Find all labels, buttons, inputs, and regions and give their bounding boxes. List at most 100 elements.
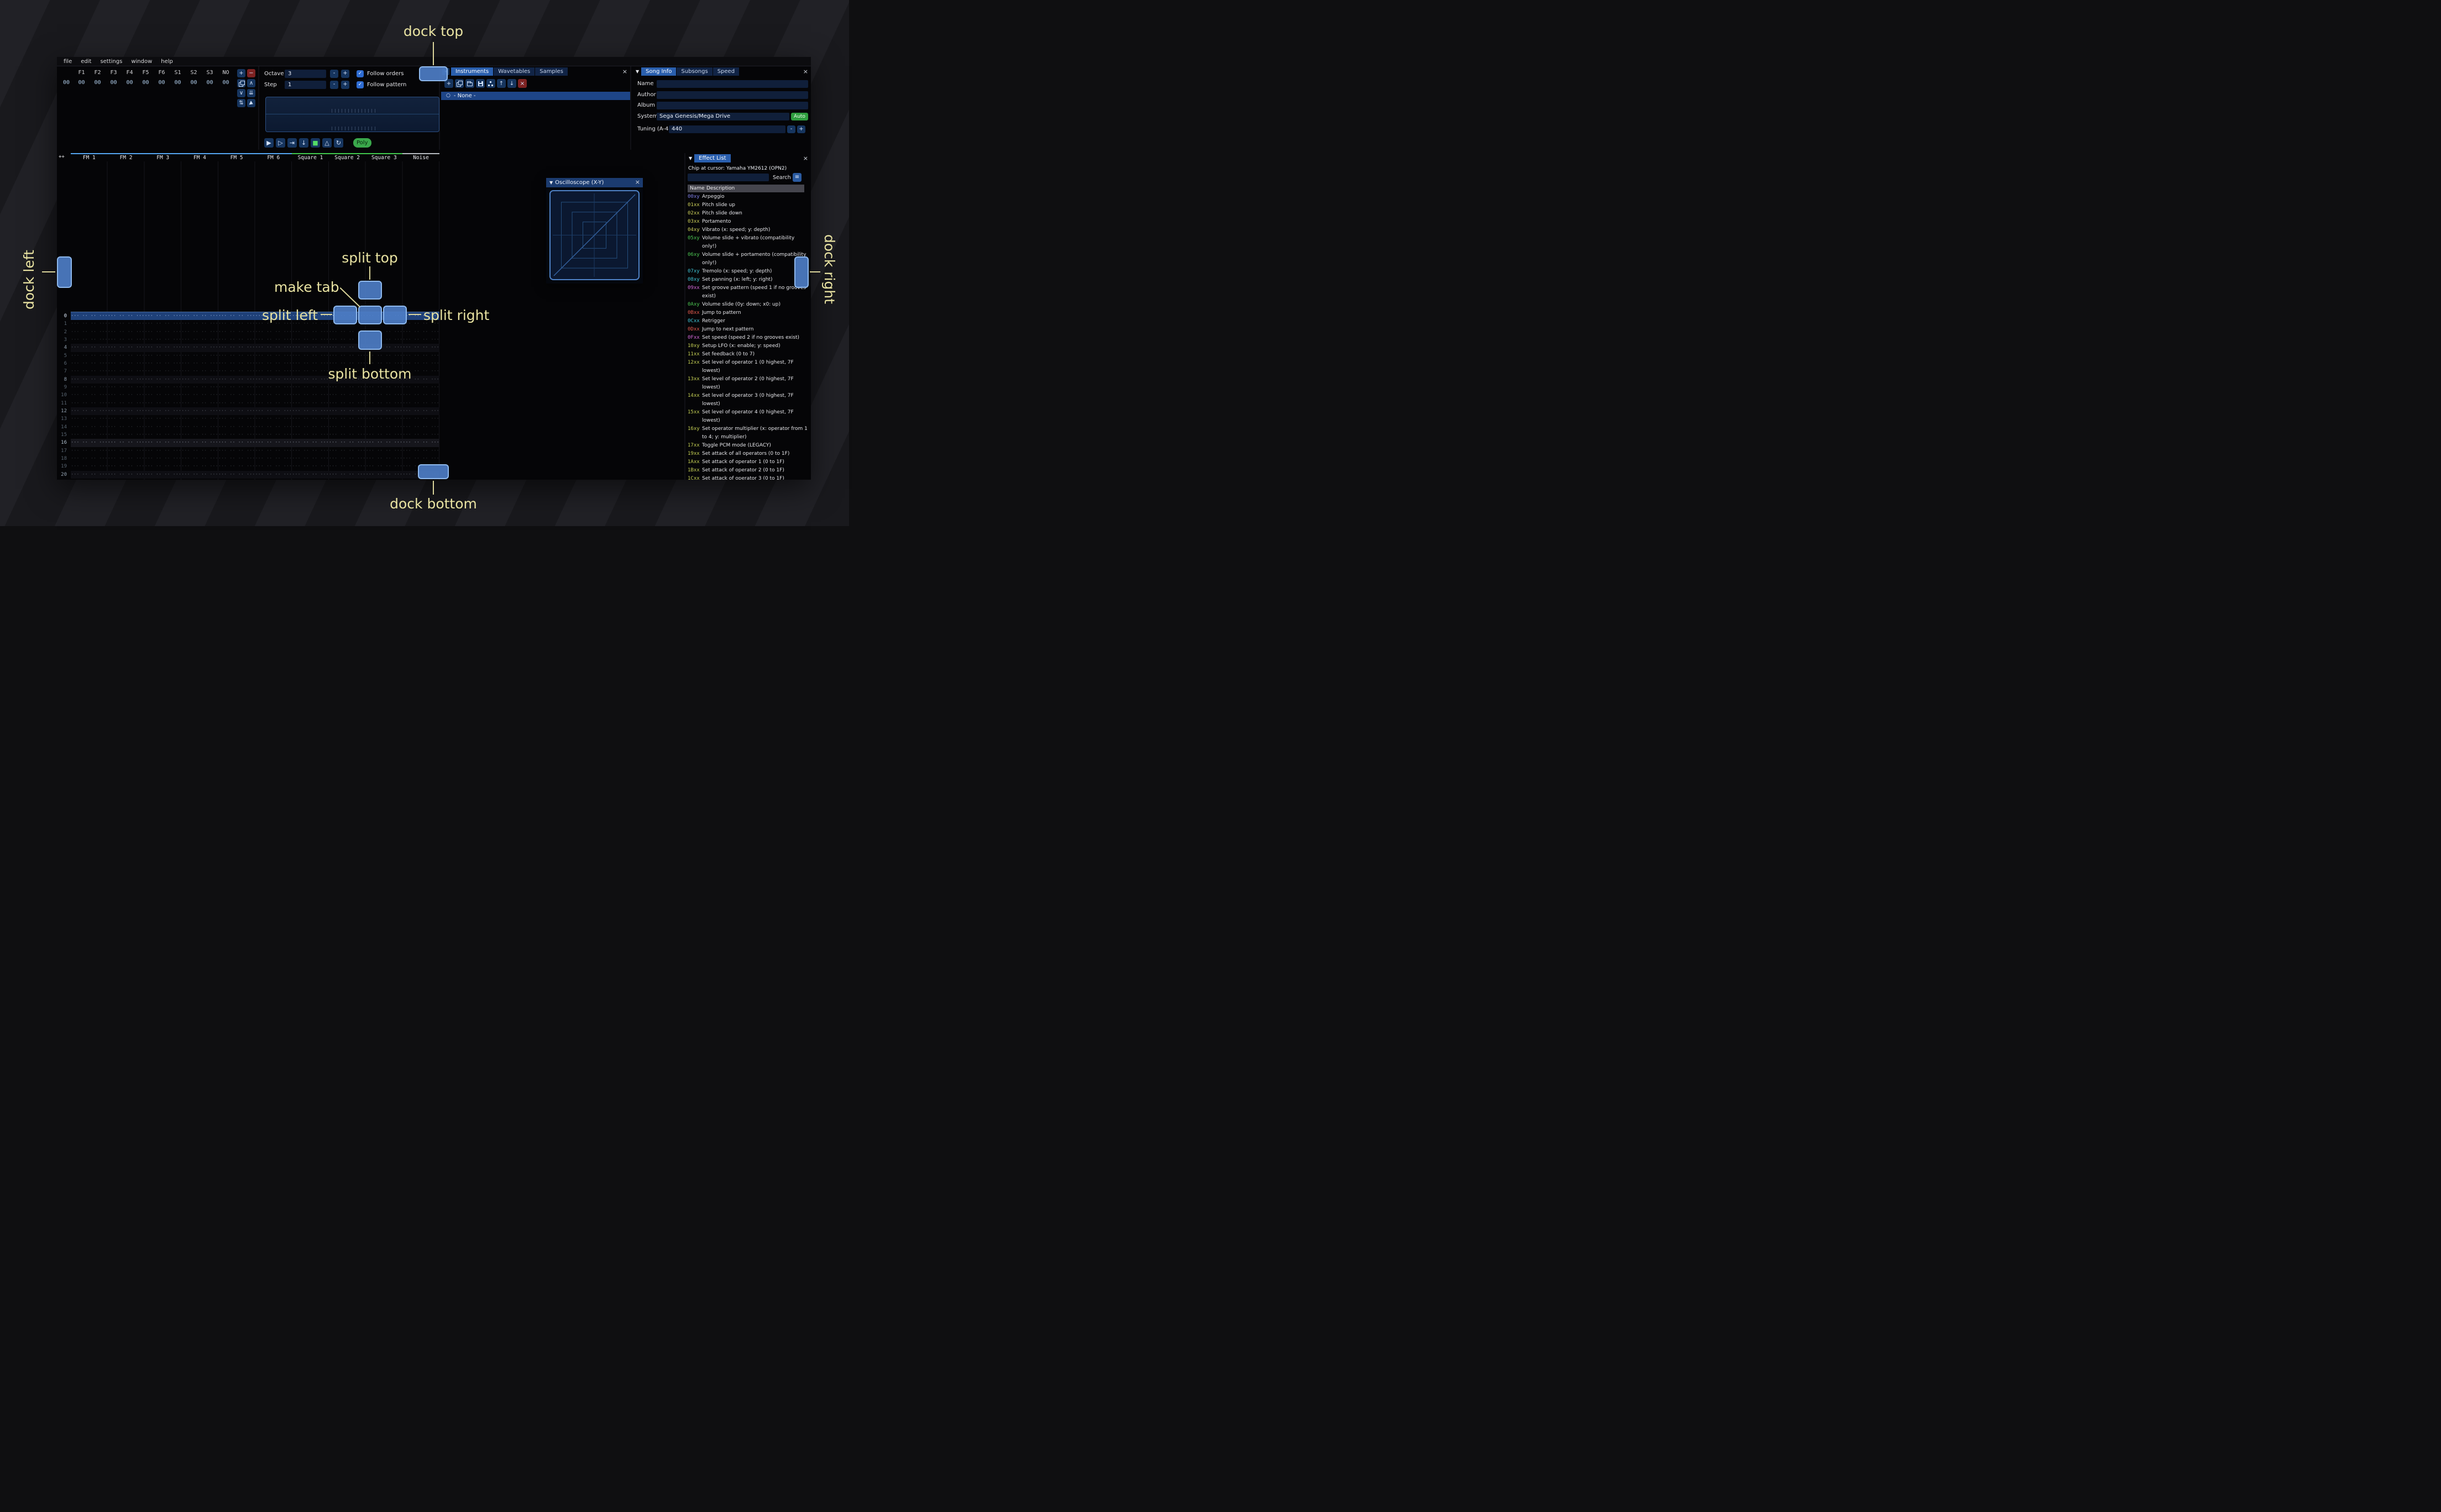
pattern-cell[interactable]: ··· ·· ·· ··· <box>218 376 255 384</box>
order-cell[interactable]: 00 <box>202 80 218 86</box>
song-close-button[interactable]: × <box>803 67 808 76</box>
pattern-cell[interactable]: ··· ·· ·· ··· <box>218 344 255 351</box>
effect-row[interactable]: 03xx Portamento <box>688 218 808 226</box>
effect-row[interactable]: 02xx Pitch slide down <box>688 209 808 218</box>
pattern-cell[interactable]: ··· ·· ·· ··· <box>366 471 403 479</box>
deep-clone-order-button[interactable]: ⇊ <box>247 89 255 97</box>
pattern-cell[interactable]: ··· ·· ·· ··· <box>108 312 145 320</box>
pattern-cell[interactable]: ··· ·· ·· ··· <box>218 368 255 375</box>
order-cell[interactable]: 00 <box>74 80 90 86</box>
pattern-cell[interactable]: ··· ·· ·· ··· <box>181 471 218 479</box>
pattern-row[interactable]: 18 ··· ·· ·· ··· ··· ·· ·· ··· ··· ·· ·· ··… <box>57 455 439 463</box>
tab-samples[interactable]: Samples <box>535 67 568 76</box>
order-cell[interactable]: 00 <box>122 80 138 86</box>
channel-header-square-1[interactable]: Square 1 <box>292 153 329 161</box>
pattern-cell[interactable]: ··· ·· ·· ··· <box>108 391 145 399</box>
pattern-cell[interactable]: ··· ·· ·· ··· <box>402 431 439 439</box>
pattern-cell[interactable]: ··· ·· ·· ··· <box>181 320 218 328</box>
play-button[interactable]: ▶ <box>264 138 274 148</box>
pattern-cell[interactable]: ··· ·· ·· ··· <box>402 400 439 407</box>
channel-header-square-3[interactable]: Square 3 <box>365 153 403 161</box>
pattern-cell[interactable]: ··· ·· ·· ··· <box>218 391 255 399</box>
effects-menu-button[interactable]: ≡ <box>793 173 802 182</box>
pattern-cell[interactable]: ··· ·· ·· ··· <box>144 439 181 447</box>
pattern-cell[interactable]: ··· ·· ·· ··· <box>218 360 255 368</box>
octave-decrease-button[interactable]: - <box>330 70 338 78</box>
step-increase-button[interactable]: + <box>341 81 349 89</box>
split-bottom-target[interactable] <box>358 330 382 350</box>
pattern-cell[interactable]: ··· ·· ·· ··· <box>329 423 366 431</box>
pattern-cell[interactable]: ··· ·· ·· ··· <box>218 336 255 344</box>
pattern-cell[interactable]: ··· ·· ·· ··· <box>181 463 218 470</box>
pattern-cell[interactable]: ··· ·· ·· ··· <box>218 384 255 391</box>
pattern-cell[interactable]: ··· ·· ·· ··· <box>402 447 439 455</box>
menu-item-file[interactable]: file <box>59 57 76 66</box>
pattern-row[interactable]: 3 ··· ·· ·· ··· ··· ·· ·· ··· ··· ·· ·· ···… <box>57 336 439 344</box>
pattern-cell[interactable]: ··· ·· ·· ··· <box>108 400 145 407</box>
tab-song-info[interactable]: Song Info <box>641 67 677 76</box>
pattern-cell[interactable]: ··· ·· ·· ··· <box>255 463 292 470</box>
order-edit-mode-button[interactable] <box>247 99 255 107</box>
pattern-cell[interactable]: ··· ·· ·· ··· <box>292 328 329 336</box>
pattern-cell[interactable]: ··· ·· ·· ··· <box>71 384 108 391</box>
pattern-cell[interactable]: ··· ·· ·· ··· <box>292 368 329 375</box>
pattern-cell[interactable]: ··· ·· ·· ··· <box>402 415 439 423</box>
tab-subsongs[interactable]: Subsongs <box>677 67 713 76</box>
pattern-cell[interactable]: ··· ·· ·· ··· <box>366 352 403 360</box>
pattern-cell[interactable]: ··· ·· ·· ··· <box>108 344 145 351</box>
oscilloscope-close-button[interactable]: × <box>635 178 640 186</box>
collapse-icon[interactable]: ▼ <box>636 69 639 74</box>
effect-row[interactable]: 0Bxx Jump to pattern <box>688 309 808 317</box>
octave-increase-button[interactable]: + <box>341 70 349 78</box>
pattern-cell[interactable]: ··· ·· ·· ··· <box>255 415 292 423</box>
pattern-cell[interactable]: ··· ·· ·· ··· <box>144 344 181 351</box>
channel-header-fm-3[interactable]: FM 3 <box>144 153 182 161</box>
pattern-cell[interactable]: ··· ·· ·· ··· <box>402 328 439 336</box>
pattern-cell[interactable]: ··· ·· ·· ··· <box>181 328 218 336</box>
effect-row[interactable]: 13xx Set level of operator 2 (0 highest, … <box>688 375 808 392</box>
pattern-cell[interactable]: ··· ·· ·· ··· <box>181 479 218 480</box>
pattern-cell[interactable]: ··· ·· ·· ··· <box>71 455 108 463</box>
pattern-cell[interactable]: ··· ·· ·· ··· <box>181 455 218 463</box>
pattern-cell[interactable]: ··· ·· ·· ··· <box>218 471 255 479</box>
effects-search-input[interactable] <box>688 174 769 181</box>
menu-item-help[interactable]: help <box>156 57 177 66</box>
pattern-cell[interactable]: ··· ·· ·· ··· <box>71 447 108 455</box>
effect-row[interactable]: 1Axx Set attack of operator 1 (0 to 1F) <box>688 458 808 466</box>
pattern-cell[interactable]: ··· ·· ·· ··· <box>255 407 292 415</box>
change-all-orders-button[interactable]: ⇅ <box>237 99 245 107</box>
effect-row[interactable]: 0Cxx Retrigger <box>688 317 808 326</box>
effect-row[interactable]: 0Dxx Jump to next pattern <box>688 326 808 334</box>
pattern-cell[interactable]: ··· ·· ·· ··· <box>255 360 292 368</box>
add-order-button[interactable]: + <box>237 69 245 77</box>
pattern-cell[interactable]: ··· ·· ·· ··· <box>402 455 439 463</box>
pattern-cell[interactable]: ··· ·· ·· ··· <box>71 376 108 384</box>
pattern-cell[interactable]: ··· ·· ·· ··· <box>292 352 329 360</box>
split-left-target[interactable] <box>333 306 357 324</box>
effect-row[interactable]: 08xy Set panning (x: left; y: right) <box>688 276 808 284</box>
effect-row[interactable]: 00xy Arpeggio <box>688 193 808 201</box>
pattern-cell[interactable]: ··· ·· ·· ··· <box>255 328 292 336</box>
move-order-up-button[interactable]: ∧ <box>247 79 255 87</box>
pattern-cell[interactable]: ··· ·· ·· ··· <box>144 384 181 391</box>
pattern-cell[interactable]: ··· ·· ·· ··· <box>108 328 145 336</box>
remove-order-button[interactable]: − <box>247 69 255 77</box>
effects-close-button[interactable]: × <box>803 154 808 162</box>
pattern-cell[interactable]: ··· ·· ·· ··· <box>255 400 292 407</box>
pattern-cell[interactable]: ··· ·· ·· ··· <box>108 352 145 360</box>
pattern-cell[interactable]: ··· ·· ·· ··· <box>255 479 292 480</box>
pattern-cell[interactable]: ··· ·· ·· ··· <box>71 463 108 470</box>
pattern-cell[interactable]: ··· ·· ·· ··· <box>71 423 108 431</box>
pattern-cell[interactable]: ··· ·· ·· ··· <box>292 479 329 480</box>
stop-button[interactable]: ■ <box>311 138 320 148</box>
pattern-cell[interactable]: ··· ·· ·· ··· <box>292 431 329 439</box>
pattern-cell[interactable]: ··· ·· ·· ··· <box>329 447 366 455</box>
system-value[interactable]: Sega Genesis/Mega Drive <box>657 113 789 120</box>
pattern-cell[interactable]: ··· ·· ·· ··· <box>218 312 255 320</box>
pattern-cell[interactable]: ··· ·· ·· ··· <box>144 479 181 480</box>
pattern-cell[interactable]: ··· ·· ·· ··· <box>366 447 403 455</box>
pattern-row[interactable]: 2 ··· ·· ·· ··· ··· ·· ·· ··· ··· ·· ·· ···… <box>57 328 439 336</box>
split-top-target[interactable] <box>358 281 382 300</box>
pattern-cell[interactable]: ··· ·· ·· ··· <box>366 407 403 415</box>
pattern-cell[interactable]: ··· ·· ·· ··· <box>292 471 329 479</box>
